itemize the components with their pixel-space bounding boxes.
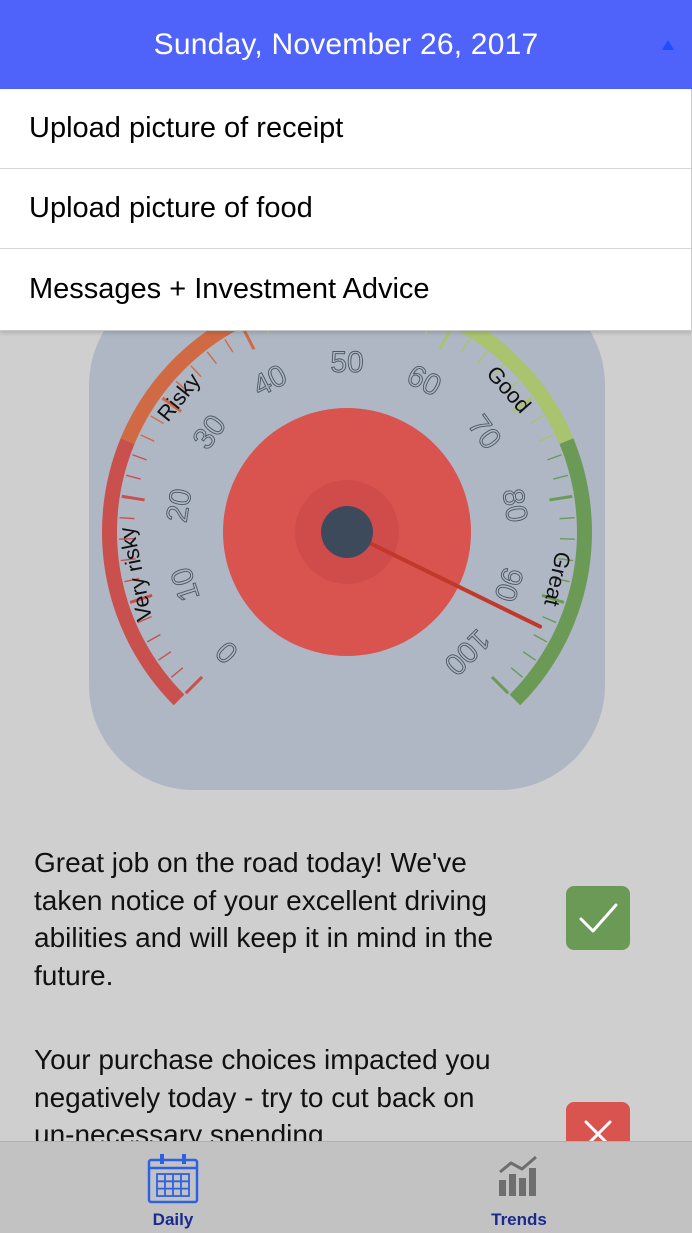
caret-up-icon	[662, 40, 674, 50]
dropdown-menu: Upload picture of receipt Upload picture…	[0, 89, 692, 331]
gauge-tick	[560, 518, 575, 519]
menu-item-upload-receipt[interactable]: Upload picture of receipt	[0, 89, 691, 169]
tab-daily[interactable]: Daily	[0, 1142, 346, 1233]
tab-label: Daily	[0, 1210, 346, 1230]
menu-item-upload-food[interactable]: Upload picture of food	[0, 169, 691, 249]
gauge-tick-label: 50	[330, 346, 363, 379]
menu-item-label: Upload picture of receipt	[29, 112, 343, 145]
date-title: Sunday, November 26, 2017	[154, 28, 539, 62]
menu-item-label: Messages + Investment Advice	[29, 273, 430, 306]
check-icon	[566, 886, 630, 950]
menu-item-messages[interactable]: Messages + Investment Advice	[0, 249, 691, 330]
gauge-dial: 0102030405060708090100 Very riskyRiskyGo…	[89, 280, 605, 790]
tab-bar: Daily Trends	[0, 1141, 692, 1233]
driving-message: Great job on the road today! We've taken…	[34, 844, 514, 994]
date-header[interactable]: Sunday, November 26, 2017	[0, 0, 692, 89]
check-button[interactable]	[566, 886, 630, 950]
tab-label: Trends	[346, 1210, 692, 1230]
bar-chart-icon	[496, 1152, 544, 1200]
score-gauge: 0102030405060708090100 Very riskyRiskyGo…	[89, 280, 605, 790]
gauge-tick-label: 20	[161, 486, 199, 524]
calendar-icon	[147, 1152, 199, 1204]
gauge-tick-label: 80	[496, 486, 534, 524]
gauge-tick	[119, 518, 134, 519]
gauge-hub	[321, 506, 373, 558]
tab-trends[interactable]: Trends	[346, 1142, 692, 1233]
purchase-message: Your purchase choices impacted you negat…	[34, 1041, 514, 1154]
menu-item-label: Upload picture of food	[29, 192, 313, 225]
